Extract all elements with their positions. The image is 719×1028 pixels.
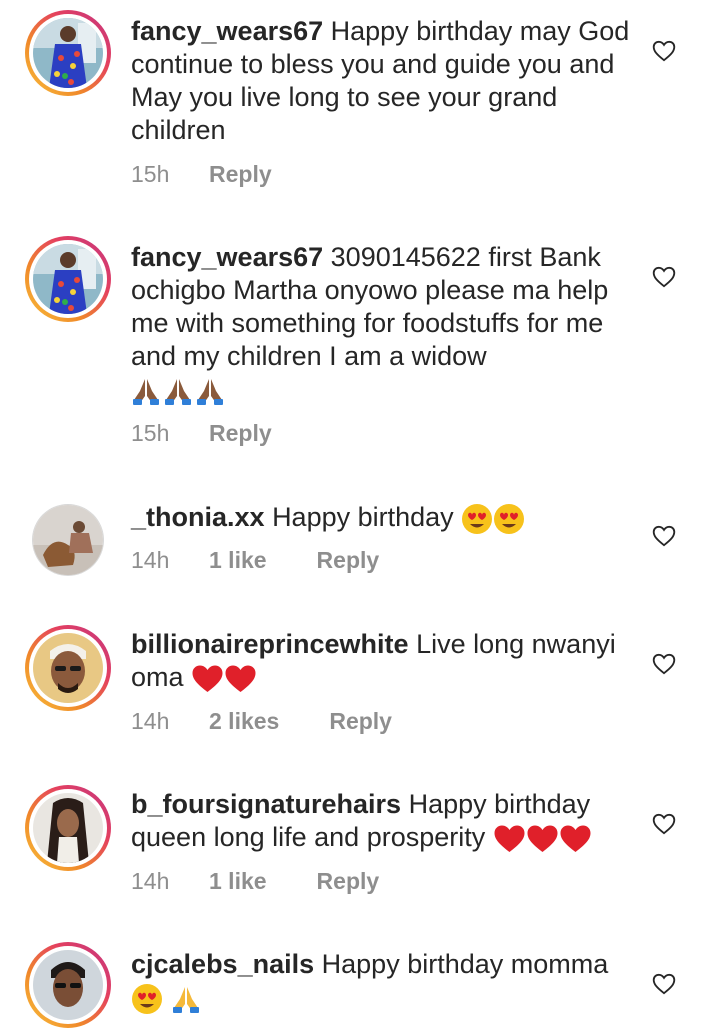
comment-text: b_foursignaturehairs Happy birthday quee… [131, 788, 631, 854]
comment-likes[interactable]: 1 like [209, 868, 267, 895]
comment-username[interactable]: _thonia.xx [131, 502, 265, 532]
heart-eyes-emoji-icon [461, 502, 525, 534]
comment-time: 15h [131, 420, 170, 446]
avatar-photo-icon [33, 633, 103, 703]
comment-meta: 14h 1 like Reply [131, 547, 379, 574]
comment-time: 15h [131, 161, 170, 187]
avatar[interactable] [25, 236, 111, 322]
avatar-photo-icon [33, 18, 103, 88]
like-heart-icon[interactable] [651, 651, 677, 677]
avatar-photo-icon [33, 950, 103, 1020]
comment-text: fancy_wears67 Happy birthday may God con… [131, 15, 631, 147]
red-heart-emoji-icon [191, 662, 257, 692]
comment-time: 14h [131, 547, 170, 573]
comment-time: 14h [131, 708, 170, 734]
comment-likes[interactable]: 2 likes [209, 708, 279, 735]
comment-meta: 14h 2 likes Reply [131, 708, 392, 735]
comment-username[interactable]: billionaireprincewhite [131, 629, 409, 659]
like-heart-icon[interactable] [651, 811, 677, 837]
comment-username[interactable]: b_foursignaturehairs [131, 789, 401, 819]
comment-text: billionaireprincewhite Live long nwanyi … [131, 628, 631, 694]
avatar-photo-icon [33, 505, 103, 575]
folded-hands-emoji-icon [131, 374, 227, 405]
red-heart-emoji-icon [493, 822, 592, 852]
comment-meta: 14h 1 like Reply [131, 868, 379, 895]
like-heart-icon[interactable] [651, 264, 677, 290]
reply-button[interactable]: Reply [317, 868, 380, 895]
avatar[interactable] [25, 625, 111, 711]
comment-time: 14h [131, 868, 170, 894]
comment-username[interactable]: fancy_wears67 [131, 242, 323, 272]
comment-text: _thonia.xx Happy birthday [131, 501, 631, 535]
comment-text: cjcalebs_nails Happy birthday momma [131, 948, 631, 1015]
comment-text: fancy_wears67 3090145622 first Bank ochi… [131, 241, 631, 406]
like-heart-icon[interactable] [651, 971, 677, 997]
comment-username[interactable]: cjcalebs_nails [131, 949, 314, 979]
folded-hands-emoji-icon [171, 982, 203, 1013]
like-heart-icon[interactable] [651, 38, 677, 64]
reply-button[interactable]: Reply [209, 420, 272, 447]
avatar[interactable] [25, 942, 111, 1028]
avatar[interactable] [32, 504, 104, 576]
comment-username[interactable]: fancy_wears67 [131, 16, 323, 46]
heart-eyes-emoji-icon [131, 982, 171, 1014]
comment-likes[interactable]: 1 like [209, 547, 267, 574]
avatar[interactable] [25, 10, 111, 96]
reply-button[interactable]: Reply [329, 708, 392, 735]
comment-body: Happy birthday momma [321, 949, 609, 979]
comment-body: Happy birthday [272, 502, 454, 532]
reply-button[interactable]: Reply [209, 161, 272, 188]
comment-meta: 15h Reply [131, 420, 272, 447]
avatar-photo-icon [33, 793, 103, 863]
reply-button[interactable]: Reply [317, 547, 380, 574]
avatar-photo-icon [33, 244, 103, 314]
like-heart-icon[interactable] [651, 523, 677, 549]
comment-meta: 15h Reply [131, 161, 272, 188]
avatar[interactable] [25, 785, 111, 871]
